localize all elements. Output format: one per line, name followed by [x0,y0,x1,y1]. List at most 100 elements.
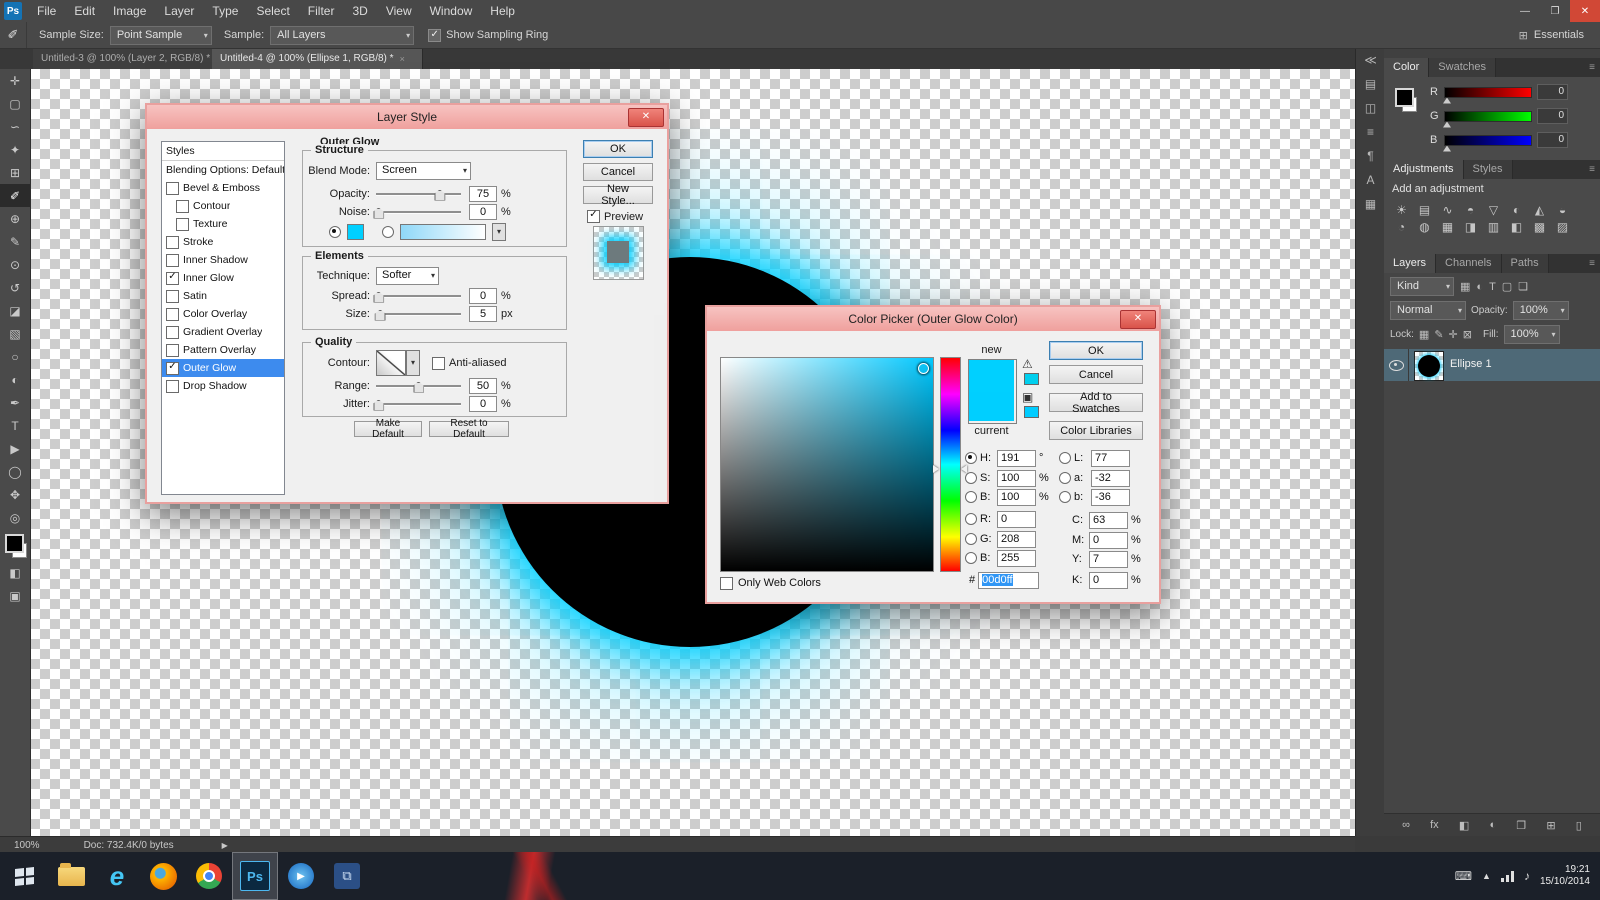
black-white-icon[interactable]: ◒ [1551,201,1574,218]
path-selection-tool[interactable]: ▶ [0,437,30,460]
tab-paths[interactable]: Paths [1501,254,1549,273]
new-adjustment-layer-icon[interactable]: ◐ [1489,819,1496,831]
taskbar-media-player[interactable]: ▶ [278,852,324,900]
menu-file[interactable]: File [28,0,65,22]
tab-layers[interactable]: Layers [1384,254,1437,273]
texture-checkbox[interactable] [176,217,189,231]
clone-source-panel-icon[interactable]: ▦ [1356,192,1385,216]
close-dialog-button[interactable]: ✕ [628,108,664,127]
dodge-tool[interactable]: ◐ [0,368,30,391]
close-tab-icon[interactable]: × [400,54,405,64]
foreground-color-swatch[interactable] [1395,88,1414,107]
menu-3d[interactable]: 3D [343,0,376,22]
taskbar-firefox[interactable] [140,852,186,900]
brightness-contrast-icon[interactable]: ☀ [1390,201,1413,218]
panel-menu-icon[interactable]: ≡ [1589,160,1600,179]
lock-transparent-pixels-icon[interactable]: ▦ [1419,328,1429,341]
menu-edit[interactable]: Edit [65,0,104,22]
filter-pixel-layers-icon[interactable]: ▦ [1460,280,1470,293]
blend-mode-dropdown[interactable]: Screen ▾ [376,161,471,180]
start-button[interactable] [0,852,48,900]
pattern-overlay-checkbox[interactable] [166,343,179,357]
ok-button[interactable]: OK [1049,341,1143,360]
new-group-icon[interactable]: ❐ [1516,819,1526,832]
healing-brush-tool[interactable]: ⊕ [0,207,30,230]
l-input[interactable]: 77 [1091,449,1130,467]
eyedropper-tool[interactable]: ✐ [0,184,30,207]
curves-icon[interactable]: ∿ [1436,201,1459,218]
menu-layer[interactable]: Layer [155,0,203,22]
filter-type-layers-icon[interactable]: T [1489,281,1496,293]
menu-view[interactable]: View [377,0,421,22]
slider-thumb[interactable] [374,309,386,321]
quick-mask-button[interactable]: ◧ [0,561,30,584]
size-value[interactable]: 5 [469,305,497,322]
menu-select[interactable]: Select [247,0,298,22]
tab-untitled-3[interactable]: Untitled-3 @ 100% (Layer 2, RGB/8) * × [33,48,228,69]
size-slider[interactable] [374,308,461,321]
style-color-overlay[interactable]: Color Overlay [162,305,284,323]
minimize-button[interactable]: — [1510,0,1540,22]
web-safe-color-swatch[interactable] [1024,406,1039,418]
layer-effects-icon[interactable]: fx [1430,819,1439,831]
gradient-overlay-checkbox[interactable] [166,325,179,339]
g-input[interactable]: 208 [997,530,1036,548]
lock-image-pixels-icon[interactable]: ✎ [1434,328,1443,341]
range-slider[interactable] [376,380,461,393]
foreground-background-swatches[interactable] [0,529,30,561]
lab-b-input[interactable]: -36 [1091,488,1130,506]
style-pattern-overlay[interactable]: Pattern Overlay [162,341,284,359]
photo-filter-icon[interactable]: ◔ [1390,218,1413,235]
bevel-emboss-checkbox[interactable] [166,181,179,195]
opacity-dropdown[interactable]: 100% ▾ [1512,301,1569,320]
tab-channels[interactable]: Channels [1436,254,1502,273]
style-bevel-emboss[interactable]: Bevel & Emboss [162,179,284,197]
style-outer-glow[interactable]: Outer Glow [162,359,284,377]
panel-menu-icon[interactable]: ≡ [1589,58,1600,77]
info-panel-icon[interactable]: ≡ [1356,120,1385,144]
lasso-tool[interactable]: ∽ [0,115,30,138]
s-input[interactable]: 100 [997,469,1036,487]
brush-tool[interactable]: ✎ [0,230,30,253]
menu-window[interactable]: Window [421,0,482,22]
gamut-color-swatch[interactable] [1024,373,1039,385]
volume-icon[interactable]: ♪ [1524,869,1530,883]
b2-input[interactable]: 255 [997,549,1036,567]
lab-l-radio[interactable] [1059,452,1071,464]
zoom-tool[interactable]: ◎ [0,506,30,529]
character-panel-icon[interactable]: A [1356,168,1385,192]
layer-thumbnail[interactable] [1414,351,1444,381]
glow-gradient-preview[interactable] [400,223,486,240]
contour-checkbox[interactable] [176,199,189,213]
eraser-tool[interactable]: ◪ [0,299,30,322]
anti-aliased-checkbox[interactable] [432,356,445,370]
hue-slider[interactable] [940,357,961,572]
fill-dropdown[interactable]: 100% ▾ [1503,325,1560,344]
history-panel-icon[interactable]: ▤ [1356,72,1385,96]
technique-dropdown[interactable]: Softer ▾ [376,266,439,285]
menu-help[interactable]: Help [481,0,524,22]
layer-name[interactable]: Ellipse 1 [1450,358,1492,370]
glow-color-radio[interactable] [329,225,341,238]
type-tool[interactable]: T [0,414,30,437]
hand-tool[interactable]: ✥ [0,483,30,506]
style-satin[interactable]: Satin [162,287,284,305]
link-layers-icon[interactable]: ∞ [1402,819,1410,831]
workspace-selector[interactable]: Essentials [1534,29,1584,41]
quick-selection-tool[interactable]: ✦ [0,138,30,161]
blue-value[interactable]: 0 [1537,132,1568,148]
spread-value[interactable]: 0 [469,287,497,304]
hue-slider-arrow-icon[interactable] [933,465,939,473]
properties-panel-icon[interactable]: ◫ [1356,96,1385,120]
show-hidden-icons-icon[interactable]: ▲ [1482,871,1491,881]
sample-dropdown[interactable]: All Layers ▾ [270,25,415,45]
stroke-checkbox[interactable] [166,235,179,249]
style-inner-shadow[interactable]: Inner Shadow [162,251,284,269]
jitter-slider[interactable] [373,398,461,411]
slider-thumb[interactable] [1443,145,1451,152]
clone-stamp-tool[interactable]: ⊙ [0,253,30,276]
glow-color-swatch[interactable] [347,223,364,240]
gradient-tool[interactable]: ▧ [0,322,30,345]
web-safe-cube-icon[interactable]: ▣ [1022,390,1033,404]
reset-to-default-button[interactable]: Reset to Default [429,418,509,440]
